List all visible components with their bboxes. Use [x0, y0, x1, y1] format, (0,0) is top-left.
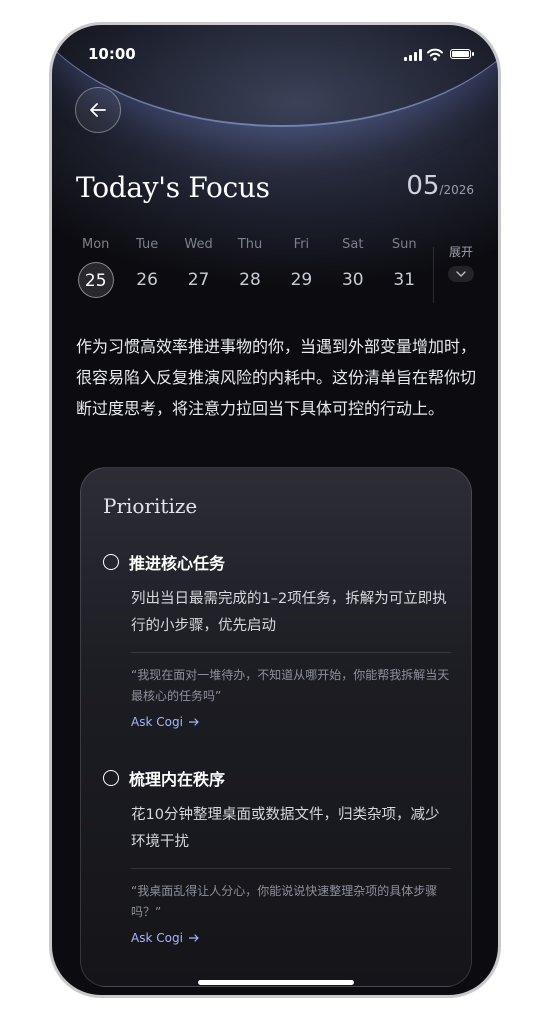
day-name: Sat — [342, 237, 364, 252]
year-label: /2026 — [439, 183, 474, 197]
task-item: 推进核心任务 列出当日最需完成的1–2项任务，拆解为可立即执行的小步骤，优先启动… — [103, 550, 451, 729]
expand-calendar-button[interactable]: 展开 — [442, 243, 480, 282]
intro-text: 作为习惯高效率推进事物的你，当遇到外部变量增加时，很容易陷入反复推演风险的内耗中… — [76, 337, 477, 418]
task-item: 梳理内在秩序 花10分钟整理桌面或数据文件，归类杂项，减少环境干扰 “我桌面乱得… — [103, 766, 451, 945]
task-prompt-quote: “我桌面乱得让人分心，你能说说快速整理杂项的具体步骤吗？” — [131, 884, 438, 919]
day-name: Sun — [391, 237, 417, 252]
cellular-signal-icon — [404, 49, 422, 61]
task-description: 列出当日最需完成的1–2项任务，拆解为可立即执行的小步骤，优先启动 — [131, 591, 447, 634]
task-title: 梳理内在秩序 — [129, 770, 226, 789]
day-date: 31 — [393, 270, 416, 290]
battery-icon — [450, 49, 474, 59]
day-item[interactable]: Thu 28 — [224, 237, 275, 298]
prioritize-card: Prioritize 推进核心任务 列出当日最需完成的1–2项任务，拆解为可立即… — [80, 467, 472, 987]
task-divider — [131, 652, 451, 653]
task-header: 推进核心任务 — [103, 550, 451, 574]
arrow-left-icon — [90, 103, 106, 117]
day-name: Thu — [237, 237, 263, 252]
ask-cogi-label: Ask Cogi — [131, 931, 183, 945]
task-header: 梳理内在秩序 — [103, 766, 451, 790]
task-prompt-quote: “我现在面对一堆待办，不知道从哪开始，你能帮我拆解当天最核心的任务吗” — [131, 668, 450, 703]
phone-frame: 10:00 Today's Focus 05/2026 Mon 25 Tue 2… — [49, 22, 501, 998]
day-item[interactable]: Mon 25 — [70, 237, 121, 298]
task-description: 花10分钟整理桌面或数据文件，归类杂项，减少环境干扰 — [131, 807, 440, 850]
month-number: 05 — [406, 171, 440, 201]
app-screen: 10:00 Today's Focus 05/2026 Mon 25 Tue 2… — [52, 25, 498, 995]
day-name: Wed — [184, 237, 213, 252]
ask-cogi-label: Ask Cogi — [131, 715, 183, 729]
day-item[interactable]: Tue 26 — [121, 237, 172, 298]
day-date: 27 — [187, 270, 210, 290]
day-item[interactable]: Fri 29 — [276, 237, 327, 298]
task-title: 推进核心任务 — [129, 554, 226, 573]
page-title: Today's Focus — [76, 171, 270, 204]
arrow-right-icon — [188, 934, 199, 942]
week-strip: Mon 25 Tue 26 Wed 27 Thu 28 Fri 29 Sat 3… — [70, 237, 430, 298]
ask-cogi-link[interactable]: Ask Cogi — [131, 931, 451, 945]
task-divider — [131, 868, 451, 869]
home-indicator[interactable] — [198, 980, 354, 985]
day-date: 29 — [290, 270, 313, 290]
arrow-right-icon — [188, 718, 199, 726]
chevron-down-icon — [448, 266, 474, 282]
task-checkbox[interactable] — [103, 554, 119, 570]
day-item[interactable]: Sat 30 — [327, 237, 378, 298]
day-item[interactable]: Sun 31 — [379, 237, 430, 298]
wifi-icon — [427, 48, 443, 61]
back-button[interactable] — [75, 87, 121, 133]
day-date: 28 — [239, 270, 261, 290]
day-date: 25 — [77, 262, 114, 298]
day-name: Tue — [136, 237, 159, 252]
day-name: Fri — [293, 237, 310, 252]
month-indicator: 05/2026 — [406, 171, 474, 201]
status-time: 10:00 — [88, 45, 136, 63]
day-date: 30 — [341, 270, 364, 290]
day-name: Mon — [82, 237, 110, 252]
expand-label: 展开 — [448, 245, 473, 259]
day-date: 26 — [136, 270, 158, 290]
week-divider — [433, 247, 434, 303]
day-item[interactable]: Wed 27 — [173, 237, 224, 298]
status-bar: 10:00 — [52, 43, 498, 67]
ask-cogi-link[interactable]: Ask Cogi — [131, 715, 451, 729]
task-checkbox[interactable] — [103, 770, 119, 786]
card-title: Prioritize — [103, 494, 198, 518]
